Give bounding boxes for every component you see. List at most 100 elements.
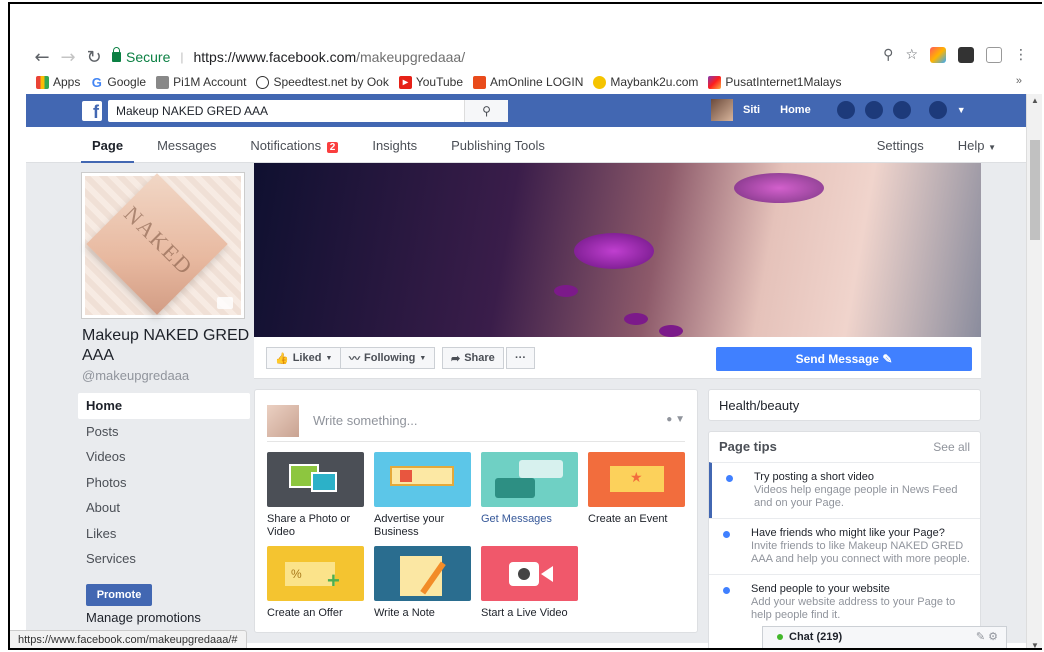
address-bar: ← → ↻ Secure | https://www.facebook.com/… <box>34 46 1028 68</box>
youtube-icon: ▸ <box>398 75 412 89</box>
more-options-button[interactable]: ··· <box>506 347 535 369</box>
maybank-icon <box>593 75 607 89</box>
zoom-icon[interactable]: ⚲ <box>883 47 893 63</box>
left-nav-photos[interactable]: Photos <box>78 470 250 496</box>
chat-options-icon[interactable]: ✎ ⚙ <box>976 627 998 647</box>
menu-kebab-icon[interactable]: ⋮ <box>1014 47 1028 63</box>
photo-video-icon <box>267 452 364 507</box>
chat-bar[interactable]: Chat (219) ✎ ⚙ <box>762 626 1007 648</box>
tab-help[interactable]: Help ▼ <box>958 127 996 163</box>
secure-indicator[interactable]: Secure <box>112 47 170 65</box>
bookmark-google[interactable]: G Google <box>90 75 146 89</box>
page-action-bar: 👍 Liked ▼ 〰 Following ▼ ➦ Share ··· Send Mess… <box>254 337 981 379</box>
thumbs-up-icon: 👍 <box>275 352 289 365</box>
profile-name-link[interactable]: Siti <box>743 104 760 116</box>
messenger-icon[interactable] <box>864 101 883 119</box>
search-icon[interactable]: ⚲ <box>464 99 508 122</box>
page-handle[interactable]: @makeupgredaaa <box>82 368 250 383</box>
bookmark-pusatinternet[interactable]: PusatInternet1Malays <box>708 75 841 89</box>
share-photo-tile[interactable]: Share a Photo or Video <box>267 452 364 539</box>
create-event-tile[interactable]: ★ Create an Event <box>588 452 685 526</box>
help-question-icon[interactable] <box>928 101 947 119</box>
scroll-up-icon[interactable]: ▲ <box>1027 96 1042 105</box>
promote-button[interactable]: Promote <box>86 583 152 606</box>
left-nav-services[interactable]: Services <box>78 546 250 572</box>
lightbulb-icon <box>723 531 730 538</box>
forward-icon[interactable]: → <box>60 47 76 68</box>
avatar[interactable] <box>711 99 733 121</box>
account-dropdown-icon[interactable]: ▼ <box>957 105 966 115</box>
tab-page[interactable]: Page <box>80 127 135 164</box>
post-as-dropdown[interactable]: ● ▼ <box>666 414 685 425</box>
google-icon: G <box>91 74 102 90</box>
notepad-icon <box>374 546 471 601</box>
scroll-down-icon[interactable]: ▼ <box>1027 641 1042 648</box>
tip-item[interactable]: Send people to your website Add your web… <box>709 574 980 630</box>
status-bar-url: https://www.facebook.com/makeupgredaaa/# <box>10 630 247 648</box>
cover-photo[interactable] <box>254 163 981 337</box>
bookmark-pi1m[interactable]: Pi1M Account <box>156 75 246 89</box>
lock-icon <box>112 47 121 62</box>
write-note-tile[interactable]: Write a Note <box>374 546 471 620</box>
page-tabs: Page Messages Notifications 2 Insights P… <box>26 127 1026 164</box>
incognito-extension-icon[interactable] <box>958 47 974 63</box>
left-nav-posts[interactable]: Posts <box>78 419 250 445</box>
page-tips-card: Page tips See all Try posting a short vi… <box>708 431 981 648</box>
tip-item[interactable]: Have friends who might like your Page? I… <box>709 518 980 574</box>
page-title[interactable]: Makeup NAKED GRED AAA <box>82 326 250 366</box>
bookmark-speedtest[interactable]: Speedtest.net by Ook <box>256 75 389 89</box>
bookmark-apps[interactable]: Apps <box>36 75 80 89</box>
advertise-tile[interactable]: Advertise your Business <box>374 452 471 539</box>
cast-icon[interactable] <box>986 47 1002 63</box>
liked-button[interactable]: 👍 Liked ▼ <box>266 347 342 369</box>
extension-icon[interactable] <box>930 47 946 63</box>
offer-coupon-icon: % + <box>267 546 364 601</box>
bookmarks-overflow-button[interactable]: » <box>1016 75 1022 87</box>
tab-insights[interactable]: Insights <box>372 127 417 163</box>
scrollbar-thumb[interactable] <box>1030 140 1040 240</box>
chat-bubbles-icon <box>481 452 578 507</box>
facebook-logo-icon[interactable]: f <box>82 100 102 122</box>
tab-settings[interactable]: Settings <box>877 127 924 163</box>
left-nav-videos[interactable]: Videos <box>78 444 250 470</box>
apps-grid-icon <box>36 75 49 89</box>
tab-notifications[interactable]: Notifications 2 <box>250 127 339 163</box>
chevron-down-icon: ▼ <box>988 143 996 152</box>
share-button[interactable]: ➦ Share <box>442 347 504 369</box>
online-status-icon <box>777 634 783 640</box>
left-nav-about[interactable]: About <box>78 495 250 521</box>
profile-picture[interactable]: NAKED <box>82 173 244 318</box>
back-icon[interactable]: ← <box>34 47 50 68</box>
page-category[interactable]: Health/beauty <box>708 389 981 421</box>
left-nav-home[interactable]: Home <box>78 393 250 419</box>
url-field[interactable]: https://www.facebook.com/makeupgredaaa/ <box>193 49 465 65</box>
create-offer-tile[interactable]: % + Create an Offer <box>267 546 364 620</box>
bookmarks-bar: Apps G Google Pi1M Account Speedtest.net … <box>10 72 1042 92</box>
bookmark-youtube[interactable]: ▸ YouTube <box>398 75 463 89</box>
send-message-button[interactable]: Send Message ✎ <box>716 347 972 371</box>
friend-requests-icon[interactable] <box>836 101 855 119</box>
search-input[interactable]: Makeup NAKED GRED AAA ⚲ <box>108 99 508 122</box>
bookmark-maybank[interactable]: Maybank2u.com <box>593 75 698 89</box>
post-composer: Write something... ● ▼ Share a Photo or … <box>254 389 698 633</box>
left-nav-likes[interactable]: Likes <box>78 521 250 547</box>
lightbulb-icon <box>723 587 730 594</box>
tab-publishing-tools[interactable]: Publishing Tools <box>451 127 545 163</box>
composer-input[interactable]: Write something... <box>313 413 418 428</box>
see-all-link[interactable]: See all <box>933 432 970 462</box>
reload-icon[interactable]: ↻ <box>86 47 102 68</box>
share-arrow-icon: ➦ <box>451 352 461 365</box>
tip-item[interactable]: Try posting a short video Videos help en… <box>709 462 980 518</box>
bookmark-amonline[interactable]: AmOnline LOGIN <box>473 75 583 89</box>
home-link[interactable]: Home <box>780 104 811 116</box>
get-messages-tile[interactable]: Get Messages <box>481 452 578 526</box>
page-tips-title: Page tips <box>719 439 777 454</box>
live-video-tile[interactable]: Start a Live Video <box>481 546 578 620</box>
notifications-globe-icon[interactable] <box>892 101 911 119</box>
manage-promotions-link[interactable]: Manage promotions <box>86 610 250 625</box>
tab-messages[interactable]: Messages <box>157 127 216 163</box>
bookmark-star-icon[interactable]: ☆ <box>905 47 918 63</box>
camera-icon[interactable] <box>217 297 233 309</box>
page-scrollbar[interactable]: ▲ ▼ <box>1026 94 1042 648</box>
following-button[interactable]: 〰 Following ▼ <box>340 347 436 369</box>
